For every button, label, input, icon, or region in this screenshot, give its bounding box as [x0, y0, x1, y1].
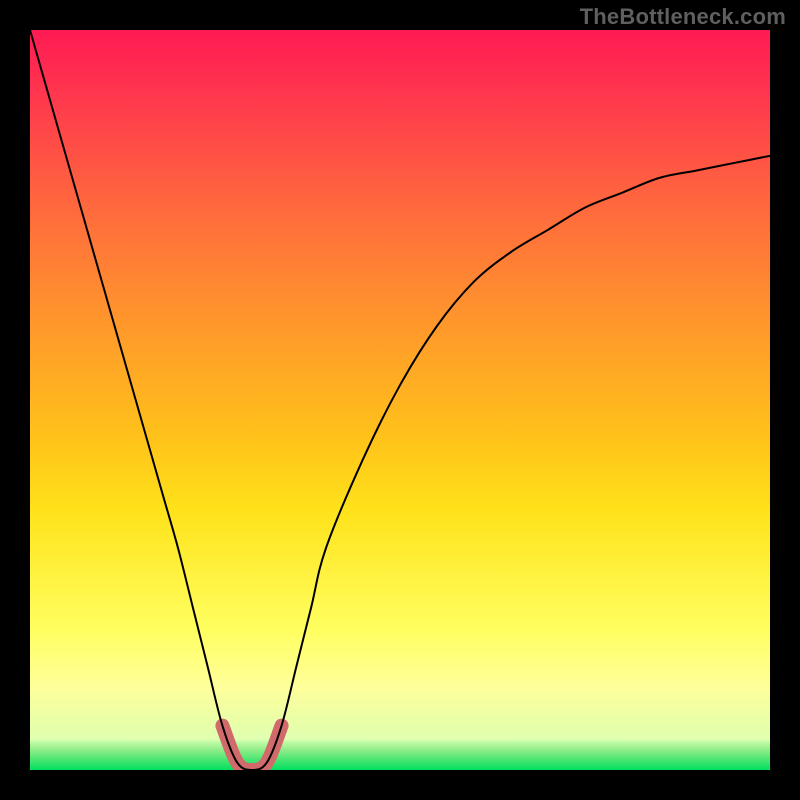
bg-gradient-upper: [30, 30, 770, 630]
bg-base: [30, 740, 770, 770]
chart-frame: TheBottleneck.com: [0, 0, 800, 800]
chart-svg: [30, 30, 770, 770]
watermark-text: TheBottleneck.com: [580, 4, 786, 30]
bg-band: [30, 630, 770, 740]
plot-area: [30, 30, 770, 770]
